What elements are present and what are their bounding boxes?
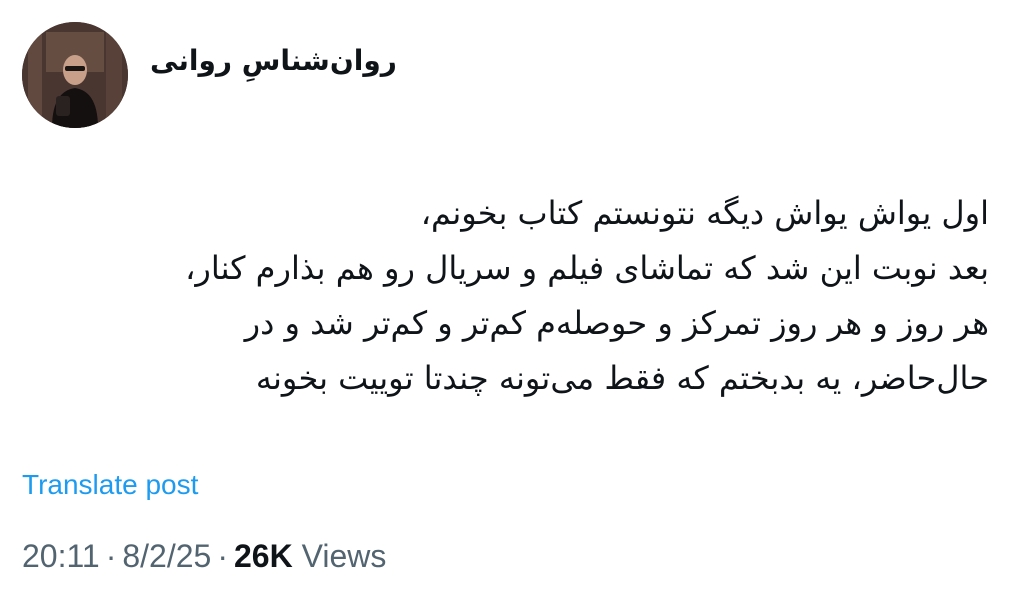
translate-post-link[interactable]: Translate post (22, 469, 198, 501)
post-time[interactable]: 20:11 (22, 538, 100, 574)
avatar[interactable] (22, 22, 128, 128)
post-text: اول یواش یواش دیگه نتونستم کتاب بخونم، ب… (60, 186, 989, 406)
post-metadata: 20:11 · 8/2/25 · 26K Views (22, 538, 386, 575)
separator-dot: · (217, 538, 228, 574)
post-text-line: بعد نوبت این شد که تماشای فیلم و سریال ر… (185, 249, 989, 287)
author-display-name[interactable]: روان‌شناسِ روانی (150, 44, 397, 77)
post-header: روان‌شناسِ روانی (22, 22, 397, 128)
post-text-line: هر روز و هر روز تمرکز و حوصله‌م کم‌تر و … (244, 304, 989, 342)
avatar-photo-icon (22, 22, 128, 128)
post-text-line: اول یواش یواش دیگه نتونستم کتاب بخونم، (420, 194, 989, 232)
post-text-line: حال‌حاضر، یه بدبختم که فقط می‌تونه چندتا… (255, 359, 989, 397)
views-label: Views (301, 538, 387, 574)
post-date[interactable]: 8/2/25 (122, 538, 211, 574)
views-count[interactable]: 26K (234, 538, 293, 574)
separator-dot: · (105, 538, 117, 574)
